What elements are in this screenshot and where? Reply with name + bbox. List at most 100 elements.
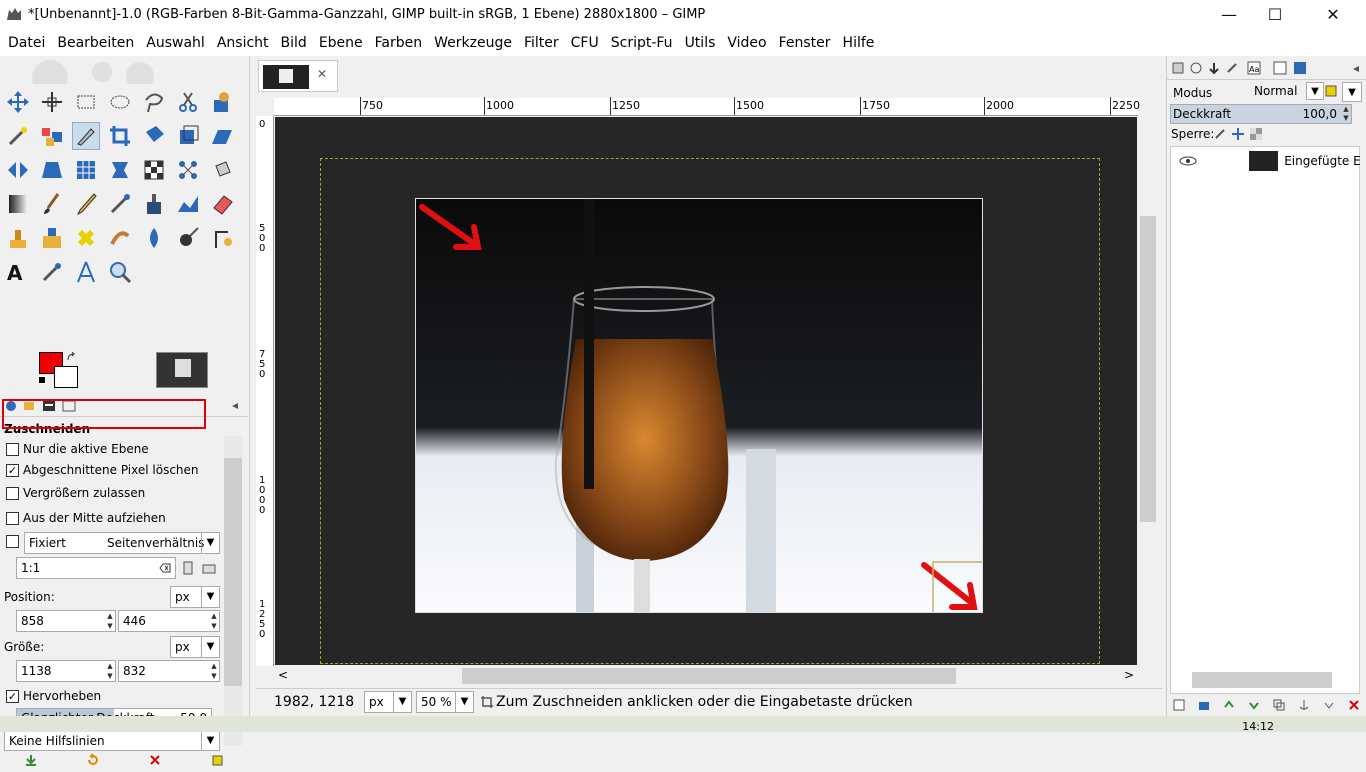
fonts-tab-icon[interactable]: Aa (1247, 61, 1261, 75)
compass-measure-icon[interactable] (72, 258, 100, 286)
delete-cropped-pixels-checkbox[interactable]: ✓ (6, 463, 19, 477)
eye-icon[interactable] (1179, 155, 1197, 167)
save-options-icon[interactable] (24, 753, 38, 767)
fixed-row[interactable] (6, 535, 19, 548)
zoom-dropdown[interactable]: 50 % ▼ (416, 691, 474, 713)
flip-tool-icon[interactable] (4, 156, 32, 184)
align-tool-icon[interactable] (38, 88, 66, 116)
allow-growing-row[interactable]: Vergrößern zulassen (6, 486, 145, 500)
position-x-input[interactable]: 858 ▲ ▼ (16, 610, 116, 632)
only-active-layer-checkbox[interactable] (6, 442, 19, 456)
fixed-mode-dropdown[interactable]: Fixiert Seitenverhältnis ▼ (24, 532, 220, 554)
eraser-icon[interactable] (208, 190, 236, 218)
checkerboard-icon[interactable] (140, 156, 168, 184)
mode-options-dropdown[interactable]: ▼ (1342, 82, 1362, 102)
close-icon[interactable]: ✕ (317, 67, 327, 81)
clear-field-icon[interactable] (159, 562, 171, 574)
landscape-icon[interactable] (202, 563, 216, 575)
menu-utils[interactable]: Utils (679, 35, 722, 51)
dock-menu-icon[interactable] (230, 401, 240, 411)
fixed-checkbox[interactable] (6, 535, 19, 548)
portrait-icon[interactable] (182, 561, 194, 575)
lasso-icon[interactable] (140, 88, 168, 116)
channels-tab-icon[interactable] (1189, 61, 1203, 75)
vertical-ruler[interactable]: 0 500 750 1000 1250 (256, 116, 274, 666)
menu-cfu[interactable]: CFU (565, 35, 605, 51)
blur-tool-icon[interactable] (140, 224, 168, 252)
duplicate-layer-icon[interactable] (1273, 699, 1285, 711)
tool-options-scrollbar[interactable] (224, 436, 242, 746)
size-unit-dropdown[interactable]: px ▼ (170, 636, 220, 658)
canvas-horizontal-scrollbar[interactable]: < > (274, 666, 1138, 686)
size-height-input[interactable]: 832 ▲ ▼ (118, 660, 220, 682)
cage-transform-icon[interactable] (72, 156, 100, 184)
mode-reset-icon[interactable] (1324, 84, 1338, 98)
scrollbar-thumb[interactable] (1140, 216, 1156, 522)
new-layer-group-icon[interactable] (1198, 699, 1210, 711)
menu-bild[interactable]: Bild (275, 35, 313, 51)
dodge-burn-icon[interactable] (174, 224, 202, 252)
heal-tool-icon[interactable] (72, 224, 100, 252)
menu-filter[interactable]: Filter (518, 35, 565, 51)
perspective-tool-icon[interactable] (38, 156, 66, 184)
layer-opacity-slider[interactable]: Deckkraft 100,0 ▲ ▼ (1170, 104, 1352, 124)
foreground-select-icon[interactable] (208, 88, 236, 116)
active-image-thumbnail[interactable] (156, 352, 208, 388)
lower-layer-icon[interactable] (1248, 699, 1260, 711)
ratio-input[interactable]: 1:1 (16, 557, 176, 579)
zoom-tool-icon[interactable] (106, 258, 134, 286)
new-layer-icon[interactable] (1173, 699, 1185, 711)
spinner-icon[interactable]: ▲ ▼ (209, 661, 219, 681)
position-unit-dropdown[interactable]: px ▼ (170, 586, 220, 608)
text-bucket-icon[interactable] (208, 156, 236, 184)
clone-tool-icon[interactable] (4, 224, 32, 252)
merge-layer-icon[interactable] (1323, 699, 1335, 711)
airbrush-icon[interactable] (106, 190, 134, 218)
only-active-layer-row[interactable]: Nur die aktive Ebene (6, 442, 149, 456)
ink-tool-icon[interactable] (140, 190, 168, 218)
layer-row[interactable]: Eingefügte Eb (1171, 147, 1361, 175)
spinner-icon[interactable]: ▲ ▼ (105, 611, 115, 631)
expand-from-center-row[interactable]: Aus der Mitte aufziehen (6, 511, 166, 525)
gradients-tab-icon[interactable] (1293, 61, 1307, 75)
unified-transform-icon[interactable] (140, 122, 168, 150)
layers-tab-icon[interactable] (1171, 61, 1185, 75)
background-color-swatch[interactable] (54, 366, 78, 388)
swap-colors-icon[interactable] (66, 352, 78, 364)
lock-alpha-icon[interactable] (1250, 128, 1262, 140)
scrollbar-thumb[interactable] (224, 458, 242, 686)
gradient-tool-icon[interactable] (4, 190, 32, 218)
restore-options-icon[interactable] (86, 753, 100, 767)
close-button[interactable]: ✕ (1310, 0, 1356, 30)
rotate-tool-icon[interactable] (174, 122, 202, 150)
menu-fenster[interactable]: Fenster (773, 35, 837, 51)
anchor-layer-icon[interactable] (1298, 699, 1310, 711)
lock-position-icon[interactable] (1232, 128, 1244, 140)
size-width-input[interactable]: 1138 ▲ ▼ (16, 660, 116, 682)
image-canvas[interactable] (275, 117, 1137, 665)
mypaint-brush-icon[interactable] (174, 190, 202, 218)
scroll-left-icon[interactable]: < (278, 668, 288, 682)
menu-farben[interactable]: Farben (369, 35, 428, 51)
menu-ebene[interactable]: Ebene (313, 35, 369, 51)
scroll-right-icon[interactable]: > (1124, 668, 1134, 682)
maximize-button[interactable]: ☐ (1252, 0, 1298, 30)
delete-cropped-pixels-row[interactable]: ✓ Abgeschnittene Pixel löschen (6, 463, 199, 477)
smudge-tool-icon[interactable] (106, 224, 134, 252)
image-tab[interactable]: ✕ (258, 60, 338, 92)
color-picker-icon[interactable] (38, 258, 66, 286)
scissors-icon[interactable] (174, 88, 202, 116)
spinner-icon[interactable]: ▲ ▼ (1341, 105, 1351, 123)
warp-transform-icon[interactable] (106, 156, 134, 184)
allow-growing-checkbox[interactable] (6, 486, 19, 500)
highlight-checkbox[interactable]: ✓ (6, 689, 19, 703)
menu-datei[interactable]: Datei (2, 35, 51, 51)
layer-list-scrollbar-thumb[interactable] (1192, 672, 1332, 688)
paths-tab-icon[interactable] (1207, 61, 1221, 75)
paintbrush-icon[interactable] (38, 190, 66, 218)
menu-werkzeuge[interactable]: Werkzeuge (428, 35, 518, 51)
select-by-color-icon[interactable] (38, 122, 66, 150)
spinner-icon[interactable]: ▲ ▼ (105, 661, 115, 681)
shear-tool-icon[interactable] (208, 122, 236, 150)
text-tool-icon[interactable]: A (4, 258, 32, 286)
